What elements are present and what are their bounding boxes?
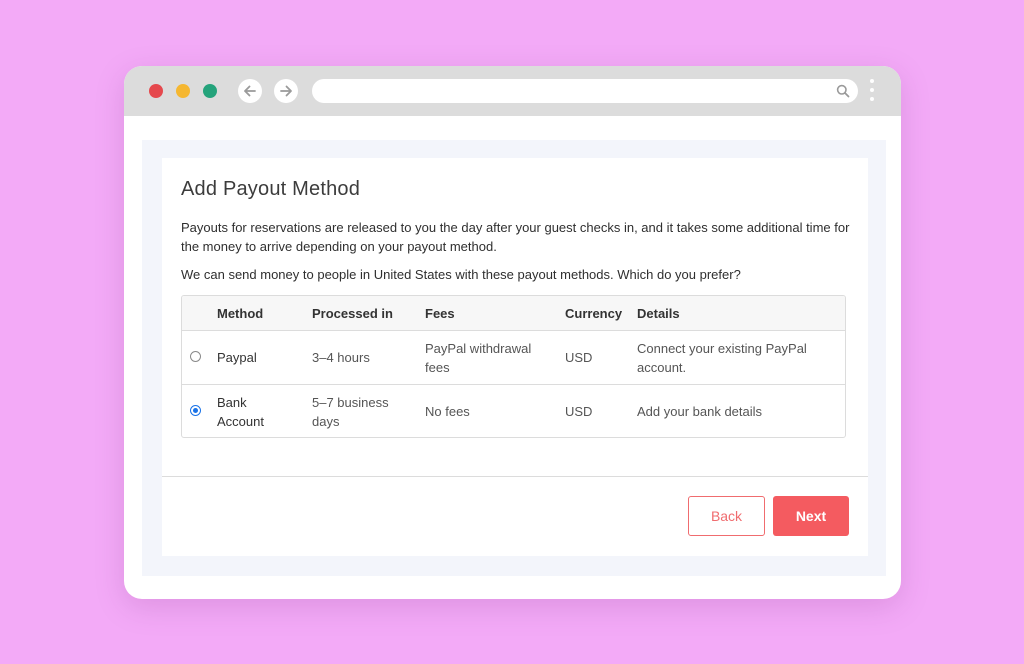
details-cell: Connect your existing PayPal account.: [637, 341, 807, 375]
arrow-right-icon: [280, 85, 292, 97]
header-currency: Currency: [565, 306, 623, 321]
intro-text: Payouts for reservations are released to…: [181, 220, 850, 254]
browser-forward-button[interactable]: [274, 79, 298, 103]
search-icon[interactable]: [836, 84, 850, 98]
table-row-paypal[interactable]: Paypal 3–4 hours PayPal withdrawal fees …: [182, 331, 845, 385]
fees-cell: PayPal withdrawal fees: [425, 341, 532, 375]
back-button[interactable]: Back: [688, 496, 765, 536]
header-method: Method: [217, 306, 264, 321]
currency-cell: USD: [565, 404, 593, 419]
browser-back-button[interactable]: [238, 79, 262, 103]
footer-divider: [162, 476, 868, 477]
method-cell: Bank Account: [217, 395, 264, 429]
browser-window: Add Payout Method Payouts for reservatio…: [124, 66, 901, 599]
header-processed-in: Processed in: [312, 306, 393, 321]
details-cell: Add your bank details: [637, 404, 763, 419]
currency-cell: USD: [565, 350, 593, 365]
page-title: Add Payout Method: [181, 178, 361, 200]
bank-account-radio[interactable]: [190, 405, 201, 416]
table-row-bank-account[interactable]: Bank Account 5–7 business days No fees U…: [182, 385, 845, 437]
minimize-window-button[interactable]: [176, 84, 190, 98]
maximize-window-button[interactable]: [203, 84, 217, 98]
payout-methods-table: Method Processed in Fees Currency Detail…: [181, 295, 846, 438]
close-window-button[interactable]: [149, 84, 163, 98]
kebab-menu-icon[interactable]: [868, 79, 876, 105]
next-button[interactable]: Next: [773, 496, 849, 536]
fees-cell: No fees: [425, 404, 470, 419]
browser-titlebar: [124, 66, 901, 116]
table-header: Method Processed in Fees Currency Detail…: [182, 296, 845, 331]
header-fees: Fees: [425, 306, 455, 321]
address-bar[interactable]: [312, 79, 858, 103]
question-text: We can send money to people in United St…: [181, 267, 741, 282]
payout-card: Add Payout Method Payouts for reservatio…: [162, 158, 868, 556]
paypal-radio[interactable]: [190, 351, 201, 362]
method-cell: Paypal: [217, 350, 257, 365]
arrow-left-icon: [244, 85, 256, 97]
processed-cell: 5–7 business days: [312, 395, 389, 429]
header-details: Details: [637, 306, 680, 321]
processed-cell: 3–4 hours: [312, 350, 370, 365]
